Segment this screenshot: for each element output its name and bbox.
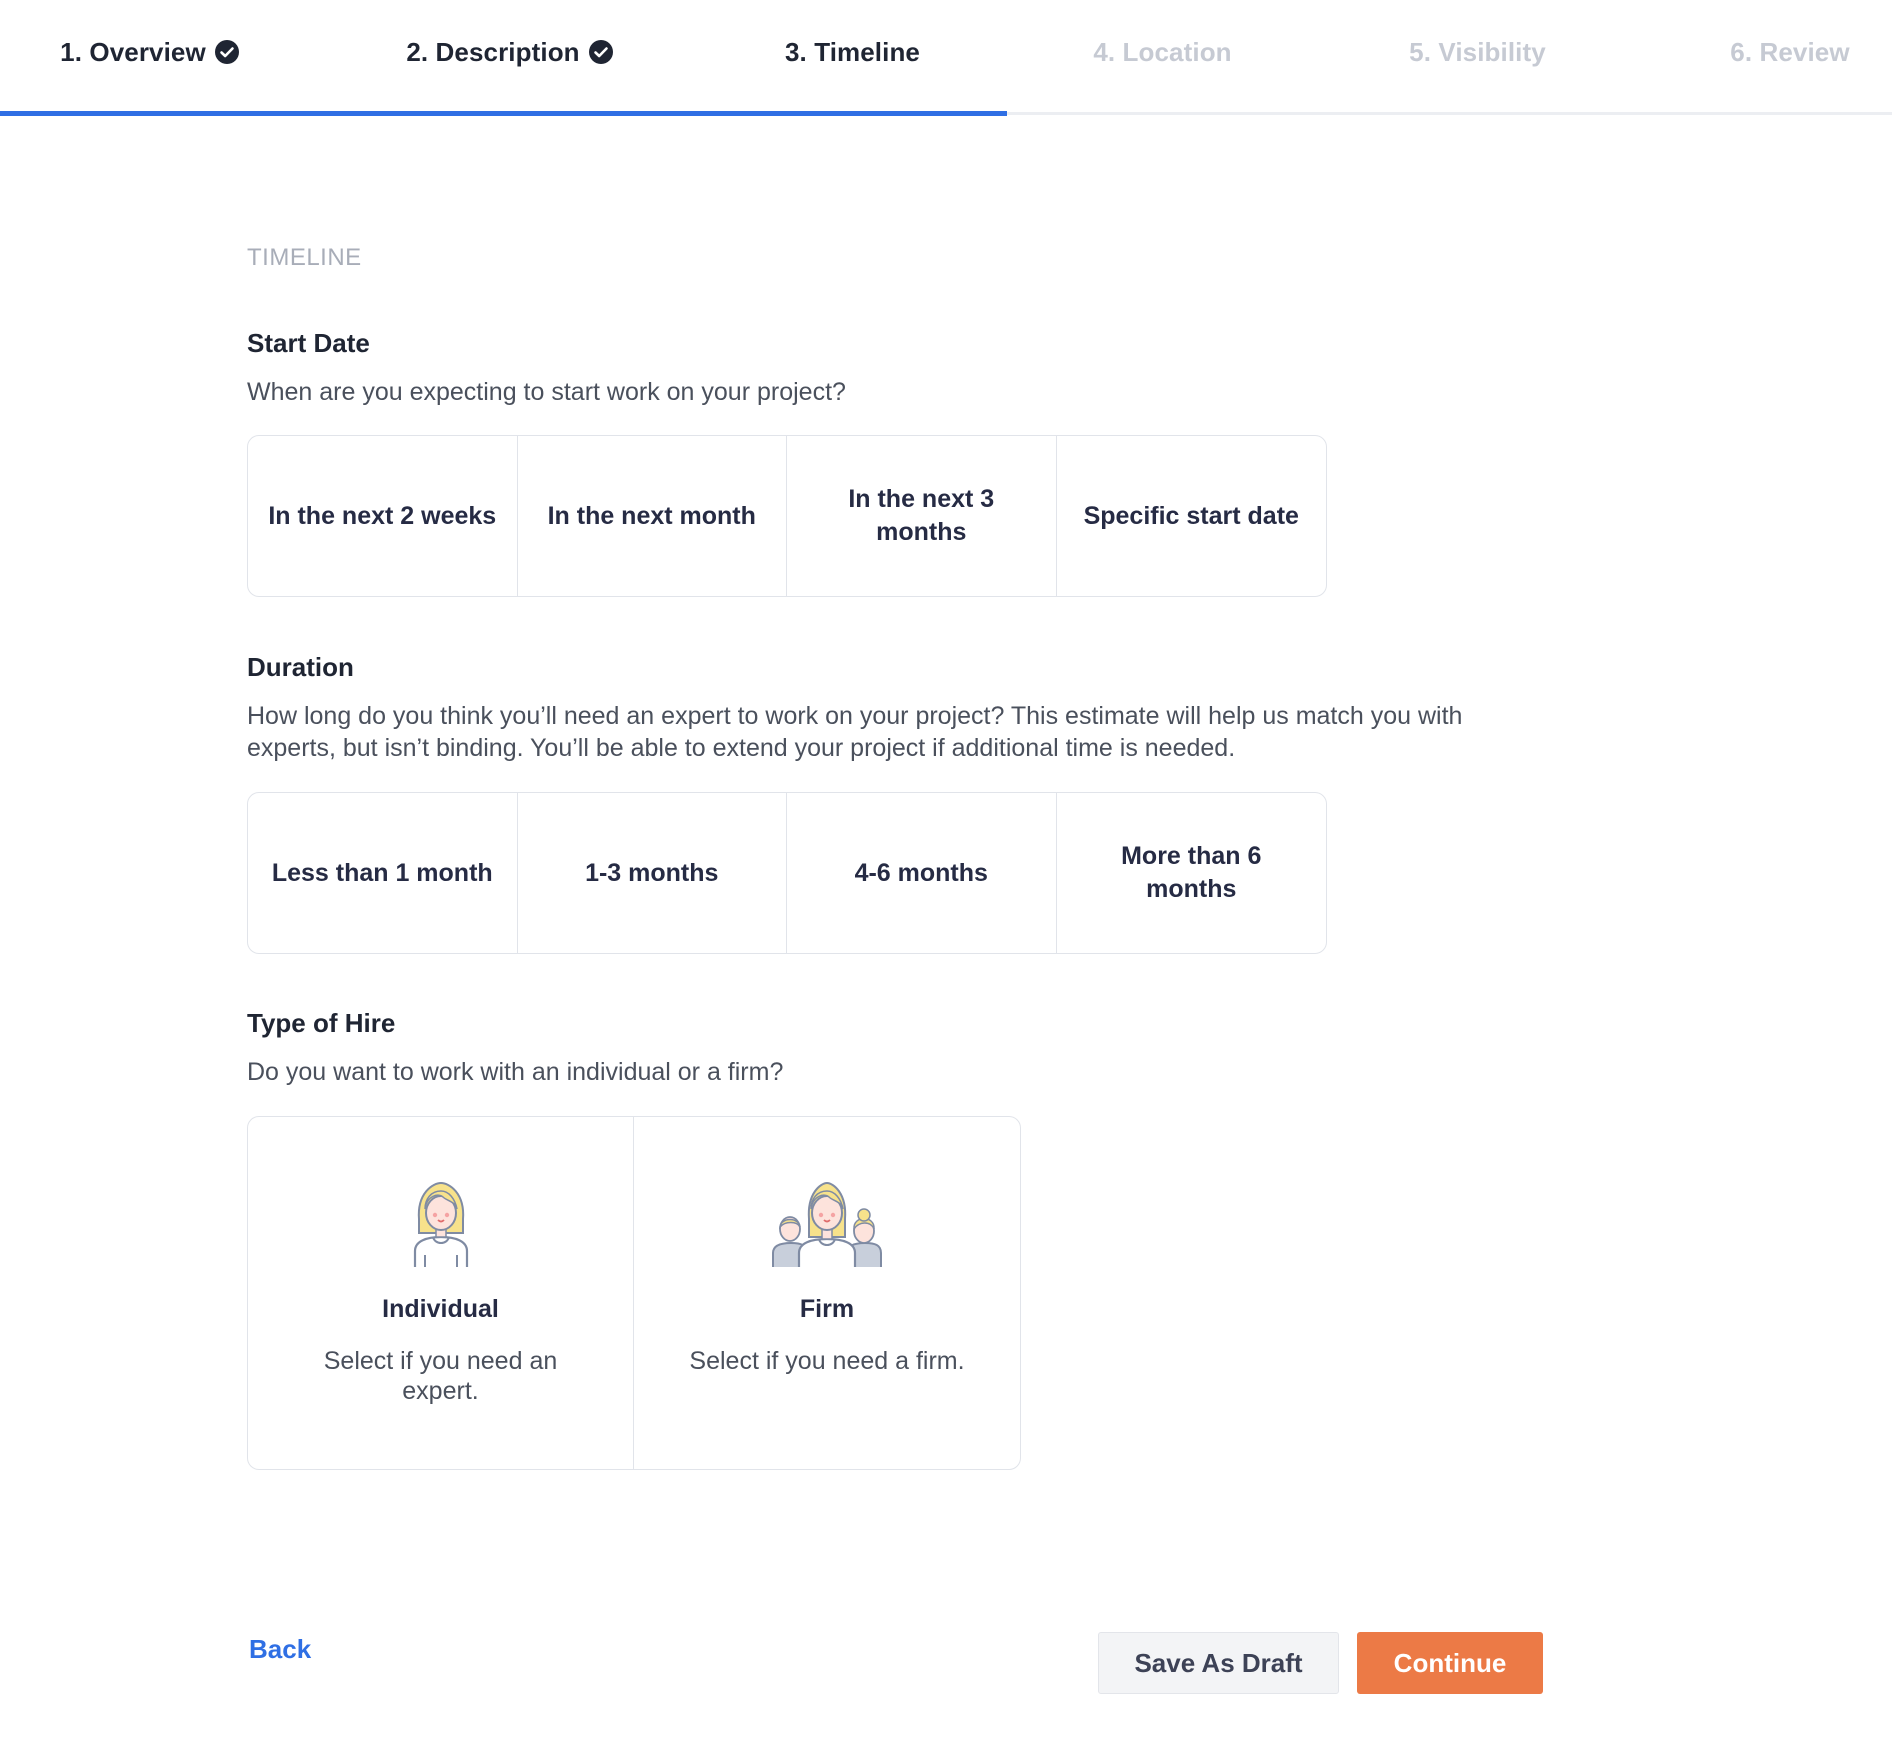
duration-option-more-6-months[interactable]: More than 6 months	[1057, 793, 1327, 953]
duration-option-1-3-months[interactable]: 1-3 months	[518, 793, 787, 953]
start-date-option-2-weeks[interactable]: In the next 2 weeks	[248, 436, 518, 596]
step-label: 4. Location	[1093, 36, 1232, 67]
hire-option-firm[interactable]: Firm Select if you need a firm.	[634, 1117, 1020, 1469]
hire-option-description: Select if you need an expert.	[323, 1347, 558, 1405]
hire-type-options: Individual Select if you need an expert.	[247, 1116, 1021, 1470]
start-date-description: When are you expecting to start work on …	[247, 378, 846, 406]
firm-icon	[772, 1181, 882, 1267]
step-label: 5. Visibility	[1409, 36, 1546, 67]
step-timeline[interactable]: 3. Timeline	[720, 0, 985, 116]
progress-fill	[0, 111, 1007, 116]
continue-button[interactable]: Continue	[1357, 1632, 1543, 1694]
start-date-option-specific[interactable]: Specific start date	[1057, 436, 1327, 596]
hire-option-title: Firm	[799, 1295, 855, 1323]
check-circle-icon	[214, 40, 239, 64]
hire-option-description: Select if you need a firm.	[689, 1347, 965, 1375]
duration-option-4-6-months[interactable]: 4-6 months	[787, 793, 1057, 953]
back-link[interactable]: Back	[249, 1634, 311, 1665]
step-visibility[interactable]: 5. Visibility	[1350, 0, 1605, 116]
step-label: 3. Timeline	[784, 36, 920, 67]
hire-type-description: Do you want to work with an individual o…	[247, 1058, 784, 1086]
section-label: TIMELINE	[247, 244, 362, 271]
duration-title: Duration	[247, 652, 354, 682]
step-overview[interactable]: 1. Overview	[0, 0, 300, 116]
step-description[interactable]: 2. Description	[380, 0, 640, 116]
hire-type-title: Type of Hire	[247, 1008, 396, 1038]
duration-options: Less than 1 month 1-3 months 4-6 months …	[247, 792, 1327, 954]
step-review[interactable]: 6. Review	[1690, 0, 1890, 116]
duration-description: How long do you think you’ll need an exp…	[247, 702, 1463, 762]
step-label: 1. Overview	[60, 36, 206, 67]
check-circle-icon	[588, 40, 613, 64]
start-date-title: Start Date	[247, 328, 370, 358]
step-label: 2. Description	[406, 36, 580, 67]
hire-option-individual[interactable]: Individual Select if you need an expert.	[248, 1117, 634, 1469]
step-location[interactable]: 4. Location	[1040, 0, 1285, 116]
progress-track	[1007, 112, 1892, 115]
start-date-option-next-month[interactable]: In the next month	[518, 436, 787, 596]
start-date-options: In the next 2 weeks In the next month In…	[247, 435, 1327, 597]
progress-stepper: 1. Overview 2. Description 3. Timeline 4…	[0, 0, 1892, 116]
hire-option-title: Individual	[382, 1295, 499, 1323]
individual-icon	[413, 1181, 468, 1267]
step-label: 6. Review	[1730, 36, 1850, 67]
start-date-option-3-months[interactable]: In the next 3 months	[787, 436, 1057, 596]
save-draft-button[interactable]: Save As Draft	[1098, 1632, 1339, 1694]
duration-option-less-1-month[interactable]: Less than 1 month	[248, 793, 518, 953]
